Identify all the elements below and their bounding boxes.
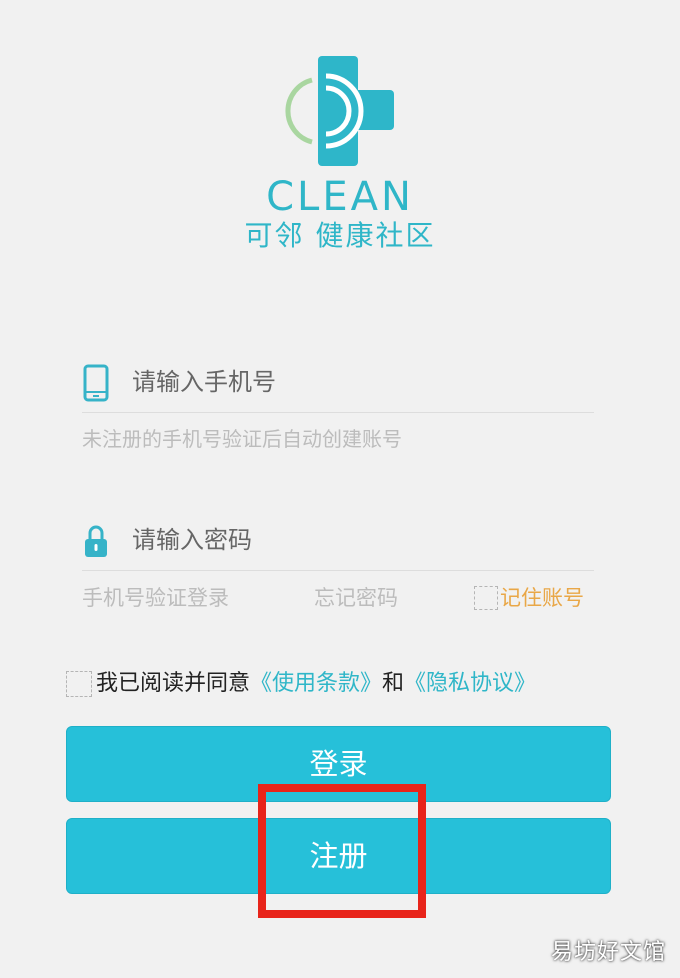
- remember-label: 记住账号: [500, 586, 584, 610]
- clean-logo-icon: [285, 56, 394, 166]
- password-input[interactable]: [132, 520, 572, 560]
- agreement-row: 我已阅读并同意 《使用条款》 和 《隐私协议》: [66, 668, 536, 700]
- agreement-prefix: 我已阅读并同意: [96, 671, 251, 696]
- agreement-checkbox[interactable]: [66, 671, 92, 697]
- login-button[interactable]: 登录: [66, 726, 611, 802]
- lock-icon: [85, 525, 107, 557]
- terms-link[interactable]: 《使用条款》: [250, 668, 382, 700]
- brand-subtitle: 可邻 健康社区: [244, 219, 436, 252]
- sms-login-link[interactable]: 手机号验证登录: [82, 582, 229, 614]
- agreement-and: 和: [382, 671, 405, 696]
- watermark: 易坊好文馆: [550, 940, 666, 965]
- phone-field: [82, 356, 594, 413]
- phone-icon: [83, 364, 109, 402]
- login-options: 手机号验证登录 忘记密码 记住账号: [82, 582, 596, 614]
- password-field: [82, 514, 594, 571]
- phone-hint: 未注册的手机号验证后自动创建账号: [82, 427, 402, 451]
- register-button[interactable]: 注册: [66, 818, 611, 894]
- brand-wordmark: CLEAN: [266, 174, 414, 220]
- privacy-link[interactable]: 《隐私协议》: [404, 668, 536, 700]
- remember-checkbox[interactable]: [474, 586, 498, 610]
- remember-account[interactable]: 记住账号: [474, 582, 584, 614]
- forgot-password-link[interactable]: 忘记密码: [314, 582, 398, 614]
- phone-input[interactable]: [132, 362, 572, 402]
